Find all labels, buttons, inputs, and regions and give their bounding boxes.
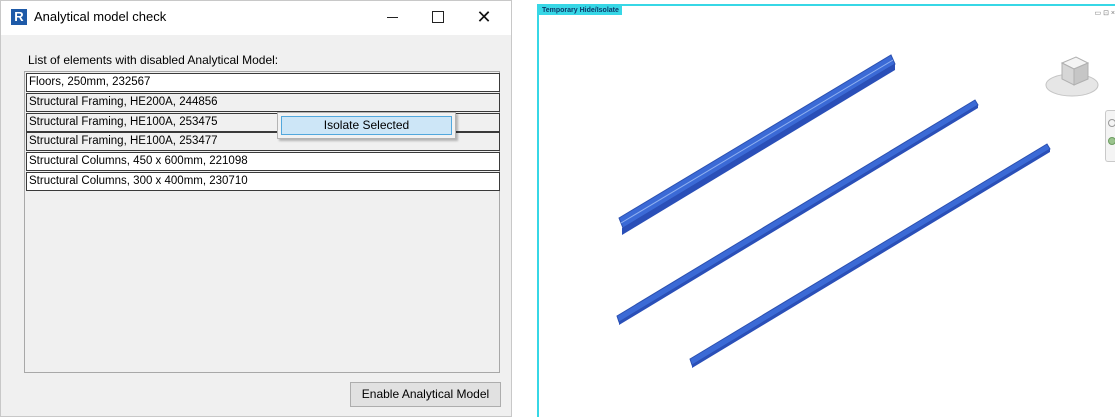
analytical-model-check-dialog: R Analytical model check ✕ List of eleme… (0, 0, 512, 417)
isolate-selected-menu-item[interactable]: Isolate Selected (281, 116, 452, 135)
list-label: List of elements with disabled Analytica… (28, 53, 279, 67)
enable-analytical-model-button[interactable]: Enable Analytical Model (350, 382, 501, 407)
minimize-button[interactable] (369, 1, 415, 33)
close-icon: ✕ (476, 6, 492, 27)
revit-logo-icon: R (11, 9, 27, 25)
context-menu: Isolate Selected (277, 112, 456, 139)
beam-he100a-2[interactable] (689, 143, 1051, 368)
maximize-button[interactable] (415, 1, 461, 33)
close-button[interactable]: ✕ (461, 1, 507, 33)
beam-he200a[interactable] (618, 54, 896, 235)
title-bar: R Analytical model check ✕ (1, 1, 511, 35)
list-item[interactable]: Floors, 250mm, 232567 (26, 73, 500, 92)
maximize-icon (432, 11, 444, 23)
3d-viewport[interactable]: Temporary Hide/Isolate ▭ ⊡ × (537, 4, 1115, 417)
beam-he100a-1[interactable] (616, 99, 979, 325)
background-gap (512, 0, 537, 417)
window-title: Analytical model check (34, 9, 167, 24)
navigation-bar[interactable] (1105, 110, 1115, 162)
viewcube-icon[interactable] (1044, 51, 1100, 101)
list-item[interactable]: Structural Columns, 450 x 600mm, 221098 (26, 152, 500, 171)
beams-canvas (616, 54, 1051, 368)
minimize-icon (386, 16, 398, 18)
list-item[interactable]: Structural Columns, 300 x 400mm, 230710 (26, 172, 500, 191)
list-item[interactable]: Structural Framing, HE200A, 244856 (26, 93, 500, 112)
zoom-icon[interactable] (1108, 137, 1115, 145)
steering-wheel-icon[interactable] (1108, 119, 1115, 127)
